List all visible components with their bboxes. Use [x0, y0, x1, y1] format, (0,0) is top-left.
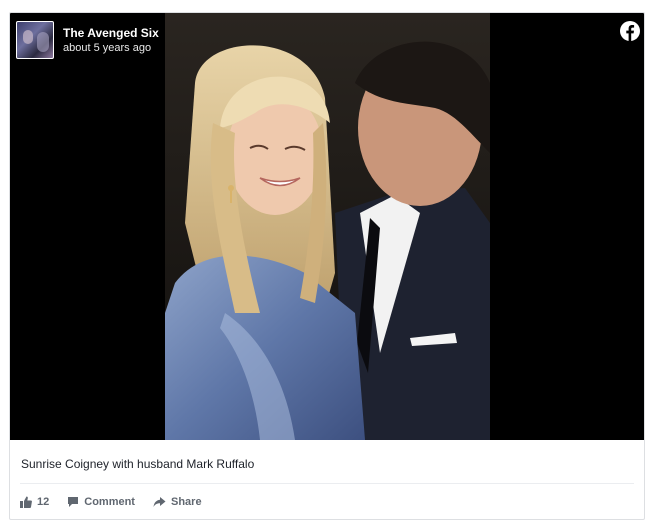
comment-label: Comment [84, 496, 135, 508]
share-icon [153, 497, 166, 507]
page-name-link[interactable]: The Avenged Six [63, 26, 159, 41]
page-avatar[interactable] [16, 21, 54, 59]
post-media[interactable]: The Avenged Six about 5 years ago [10, 13, 644, 440]
facebook-icon[interactable] [620, 21, 640, 41]
post-photo[interactable] [165, 13, 490, 440]
thumbs-up-icon [20, 496, 32, 508]
comment-button[interactable]: Comment [67, 496, 135, 508]
share-label: Share [170, 496, 202, 508]
share-button[interactable]: Share [153, 496, 202, 508]
comment-icon [68, 497, 79, 507]
post-header: The Avenged Six about 5 years ago [16, 20, 159, 60]
post-header-text: The Avenged Six about 5 years ago [63, 26, 159, 55]
divider [20, 483, 634, 484]
couple-photo-image [165, 13, 490, 440]
post-actions: 12 Comment Share [20, 492, 220, 512]
post-caption: Sunrise Coigney with husband Mark Ruffal… [21, 457, 255, 471]
facebook-post-card: The Avenged Six about 5 years ago Sunris… [9, 12, 645, 520]
like-button[interactable]: 12 [20, 496, 49, 508]
like-count: 12 [37, 496, 50, 508]
post-timestamp[interactable]: about 5 years ago [63, 41, 159, 55]
